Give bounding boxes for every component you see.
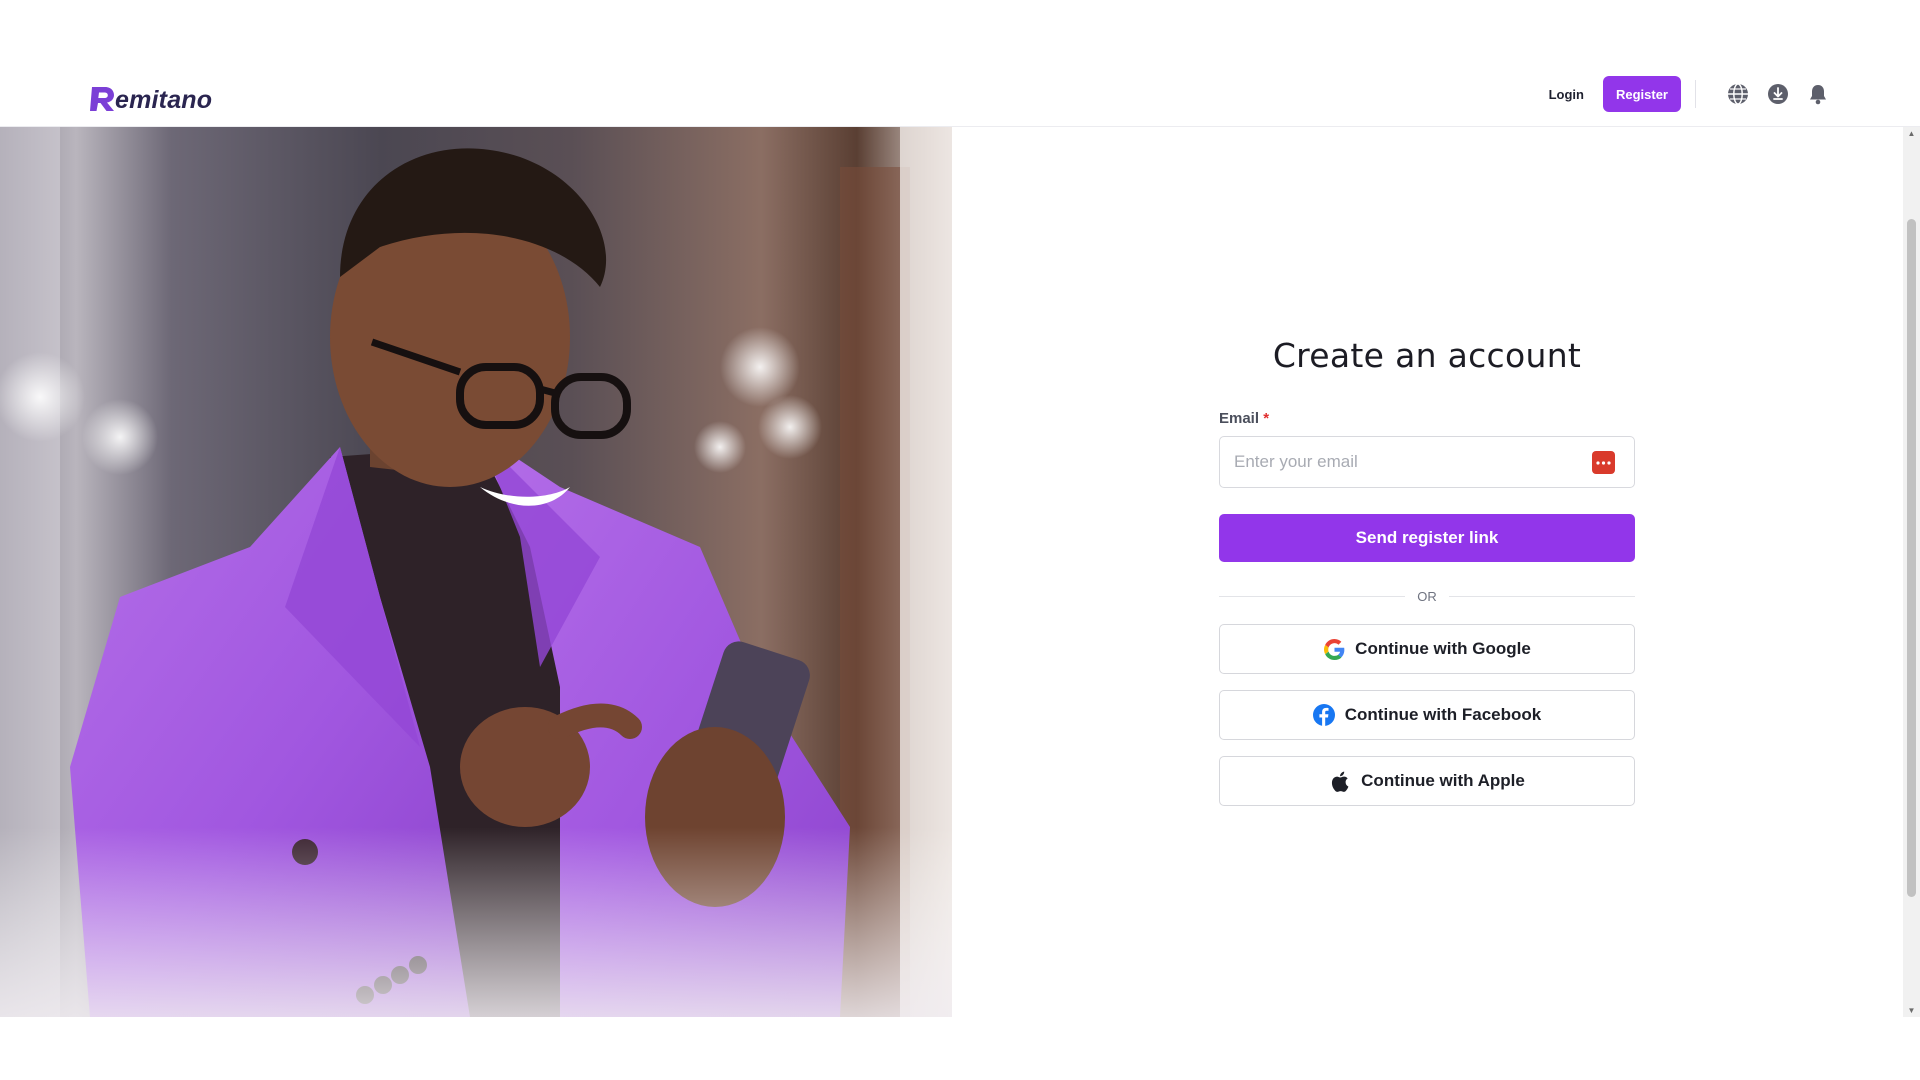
scrollbar-thumb[interactable] bbox=[1907, 219, 1916, 897]
download-icon[interactable] bbox=[1766, 82, 1790, 106]
hero-illustration bbox=[0, 127, 952, 1017]
email-field[interactable] bbox=[1219, 436, 1635, 488]
continue-with-apple-button[interactable]: Continue with Apple bbox=[1219, 756, 1635, 806]
or-label: OR bbox=[1417, 588, 1437, 604]
continue-with-facebook-button[interactable]: Continue with Facebook bbox=[1219, 690, 1635, 740]
hero-photo bbox=[0, 127, 952, 1017]
globe-icon[interactable] bbox=[1726, 82, 1750, 106]
password-manager-icon[interactable] bbox=[1592, 451, 1615, 474]
header-divider bbox=[1695, 80, 1696, 108]
apple-button-label: Continue with Apple bbox=[1361, 771, 1525, 790]
remitano-logo-mark-icon bbox=[90, 87, 114, 111]
top-navbar: emitano Login Register bbox=[0, 0, 1920, 127]
email-label-text: Email bbox=[1219, 410, 1260, 427]
remitano-logo[interactable]: emitano bbox=[88, 76, 212, 114]
continue-with-google-button[interactable]: Continue with Google bbox=[1219, 624, 1635, 674]
header-actions: Login Register bbox=[1549, 76, 1830, 112]
register-button[interactable]: Register bbox=[1602, 76, 1681, 112]
scroll-up-arrow-icon[interactable]: ▲ bbox=[1907, 129, 1916, 138]
logo-wordmark: emitano bbox=[115, 86, 213, 114]
scroll-down-arrow-icon[interactable]: ▼ bbox=[1907, 1006, 1916, 1015]
facebook-icon bbox=[1312, 704, 1335, 726]
divider-line bbox=[1219, 595, 1406, 597]
page-scrollbar[interactable]: ▲ ▼ bbox=[1903, 127, 1920, 1017]
google-button-label: Continue with Google bbox=[1355, 639, 1531, 658]
page-title: Create an account bbox=[1272, 336, 1582, 375]
divider-line bbox=[1448, 595, 1635, 597]
register-form: Create an account Email * Send register … bbox=[1219, 330, 1635, 806]
send-register-link-button[interactable]: Send register link bbox=[1219, 514, 1635, 562]
required-mark: * bbox=[1263, 410, 1270, 427]
login-link[interactable]: Login bbox=[1549, 87, 1584, 102]
bell-icon[interactable] bbox=[1806, 82, 1830, 106]
email-field-wrapper bbox=[1219, 436, 1635, 488]
apple-icon bbox=[1329, 770, 1351, 792]
email-label: Email * bbox=[1219, 410, 1635, 430]
or-divider: OR bbox=[1219, 586, 1635, 606]
google-icon bbox=[1323, 638, 1345, 660]
facebook-button-label: Continue with Facebook bbox=[1344, 705, 1542, 724]
